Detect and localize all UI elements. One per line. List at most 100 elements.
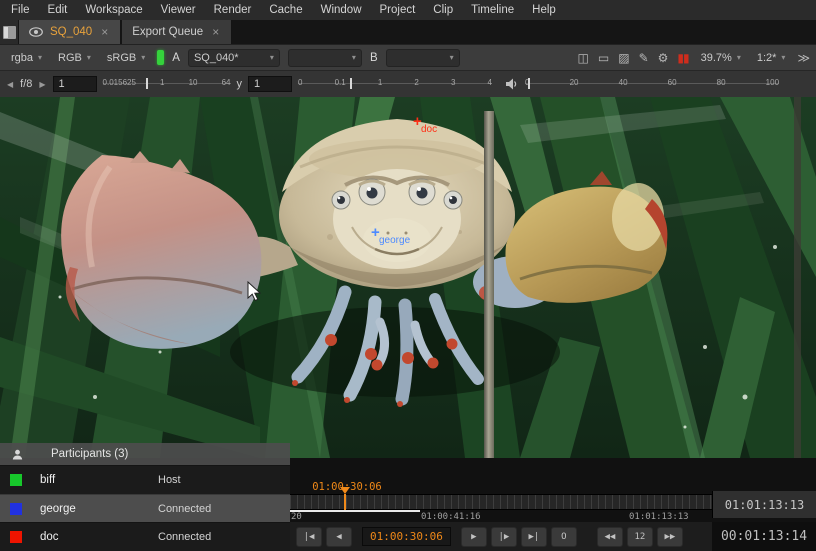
play-button[interactable]: ▶: [461, 527, 487, 547]
wipe-mode-icon[interactable]: ◫: [578, 51, 588, 65]
volume-slider-handle[interactable]: [528, 78, 530, 89]
zoom-level-dropdown[interactable]: 39.7%▾: [697, 50, 745, 66]
fstop-increase-icon[interactable]: ▶: [38, 80, 46, 89]
menu-bar: FileEditWorkspaceViewerRenderCacheWindow…: [0, 0, 816, 20]
gamma-input[interactable]: 1: [248, 76, 292, 92]
participant-row[interactable]: doc Connected: [0, 522, 290, 551]
viewer-icon-cluster: ◫ ▭ ▨ ✎ ⚙ ▮▮: [578, 51, 689, 65]
current-timecode[interactable]: 01:00:30:06: [362, 527, 451, 546]
layer-dropdown[interactable]: rgba▾: [7, 50, 46, 66]
timeline-ruler[interactable]: [290, 494, 712, 510]
participants-title: Participants (3): [51, 448, 128, 460]
menu-item[interactable]: File: [2, 0, 39, 20]
playhead-line[interactable]: [344, 494, 346, 510]
participants-panel: Participants (3) biff Host george Connec…: [0, 443, 290, 551]
scale-tick-label: 0: [298, 78, 302, 87]
volume-slider[interactable]: 020406080100: [525, 74, 779, 94]
colorspace-dropdown[interactable]: sRGB▾: [103, 50, 149, 66]
shuttle-group: ◀◀12▶▶: [597, 527, 683, 547]
connection-status-led: [157, 50, 164, 65]
gain-slider[interactable]: 0.01562511064: [103, 74, 231, 94]
fstop-label: f/8: [20, 78, 32, 90]
checker-background-icon[interactable]: ▨: [618, 51, 628, 65]
gamma-label: y: [237, 78, 243, 90]
gain-input[interactable]: 1: [53, 76, 97, 92]
scale-tick-label: 3: [451, 78, 455, 87]
participant-row[interactable]: biff Host: [0, 465, 290, 494]
menu-item[interactable]: Window: [312, 0, 371, 20]
scale-tick-label: 100: [766, 78, 779, 87]
speaker-volume-icon[interactable]: [506, 78, 519, 90]
input-a-dropdown[interactable]: SQ_040*▾: [188, 49, 280, 67]
eye-icon: [29, 27, 43, 37]
transport-right-group: ▶|▶▶|O: [461, 527, 577, 547]
pause-render-icon[interactable]: ▮▮: [677, 51, 688, 65]
menu-item[interactable]: Clip: [424, 0, 462, 20]
chevron-down-icon: ▾: [87, 53, 91, 62]
scale-tick-label: 2: [414, 78, 418, 87]
rewind-button[interactable]: ◀◀: [597, 527, 623, 547]
menu-item[interactable]: Project: [371, 0, 425, 20]
transport-controls: |◀◀ 01:00:30:06 ▶|▶▶|O ◀◀12▶▶: [290, 522, 712, 551]
cached-frames-bar: [290, 510, 420, 512]
viewer-canvas[interactable]: + doc + george: [0, 97, 816, 458]
scale-tick-label: 64: [222, 78, 231, 87]
gamma-slider-handle[interactable]: [350, 78, 352, 89]
stack-mode-icon[interactable]: ▭: [598, 51, 608, 65]
ruler-tick-label: 01:01:13:13: [629, 512, 689, 522]
wipe-dropdown[interactable]: ▾: [288, 49, 362, 67]
channels-dropdown[interactable]: RGB▾: [54, 50, 95, 66]
participant-color-swatch: [10, 474, 22, 486]
person-icon: [12, 449, 23, 460]
annotate-pen-icon[interactable]: ✎: [639, 51, 648, 65]
menu-item[interactable]: Workspace: [76, 0, 151, 20]
ruler-tick-label: 01:00:41:16: [421, 512, 481, 522]
participant-row[interactable]: george Connected: [0, 494, 290, 523]
scale-tick-label: 4: [488, 78, 492, 87]
tab-viewer-sq040[interactable]: SQ_040 ×: [19, 20, 121, 44]
input-b-dropdown[interactable]: ▾: [386, 49, 460, 67]
tab-export-queue[interactable]: Export Queue ×: [122, 20, 232, 44]
playhead-marker[interactable]: [340, 487, 350, 494]
nuke-application-window: FileEditWorkspaceViewerRenderCacheWindow…: [0, 0, 816, 551]
scale-tick-label: 20: [570, 78, 579, 87]
participant-name: doc: [40, 531, 158, 543]
menu-item[interactable]: Cache: [260, 0, 311, 20]
tab-close-icon[interactable]: ×: [99, 25, 110, 39]
step-forward-button[interactable]: |▶: [491, 527, 517, 547]
duration-timecode: 00:01:13:14: [712, 522, 816, 551]
mouse-cursor-icon: [247, 281, 261, 302]
scale-tick-label: 40: [619, 78, 628, 87]
fstop-decrease-icon[interactable]: ◀: [6, 80, 14, 89]
chevron-down-icon: ▾: [38, 53, 42, 62]
step-back-button[interactable]: ◀: [326, 527, 352, 547]
menu-item[interactable]: Edit: [39, 0, 77, 20]
gamma-slider[interactable]: 00.11234: [298, 74, 492, 94]
go-to-end-button[interactable]: ▶|: [521, 527, 547, 547]
participant-status: Connected: [158, 503, 211, 515]
participants-list: biff Host george Connected doc Connected: [0, 465, 290, 551]
pane-layout-icon[interactable]: [0, 20, 18, 44]
gain-slider-handle[interactable]: [146, 78, 148, 89]
participants-header: Participants (3): [0, 443, 290, 465]
viewer-image: [0, 97, 816, 458]
scale-tick-label: 1: [160, 78, 164, 87]
go-to-start-button[interactable]: |◀: [296, 527, 322, 547]
participant-status: Connected: [158, 531, 211, 543]
loop-button[interactable]: O: [551, 527, 577, 547]
viewer-settings-gear-icon[interactable]: ⚙: [658, 51, 668, 65]
collapse-toolbar-icon[interactable]: ≫: [797, 51, 809, 65]
menu-item[interactable]: Help: [523, 0, 565, 20]
chevron-down-icon: ▾: [141, 53, 145, 62]
input-b-label: B: [370, 52, 378, 64]
fast-forward-button[interactable]: ▶▶: [657, 527, 683, 547]
transport-left-group: |◀◀: [296, 527, 352, 547]
tab-close-icon[interactable]: ×: [210, 25, 221, 39]
menu-item[interactable]: Render: [205, 0, 261, 20]
menu-item[interactable]: Timeline: [462, 0, 523, 20]
scale-tick-label: 80: [717, 78, 726, 87]
downrez-dropdown[interactable]: 1:2*▾: [753, 50, 790, 66]
fps-value[interactable]: 12: [627, 527, 653, 547]
menu-item[interactable]: Viewer: [152, 0, 205, 20]
exposure-toolbar: ◀ f/8 ▶ 1 0.01562511064 y 1 00.11234 020…: [0, 70, 816, 97]
